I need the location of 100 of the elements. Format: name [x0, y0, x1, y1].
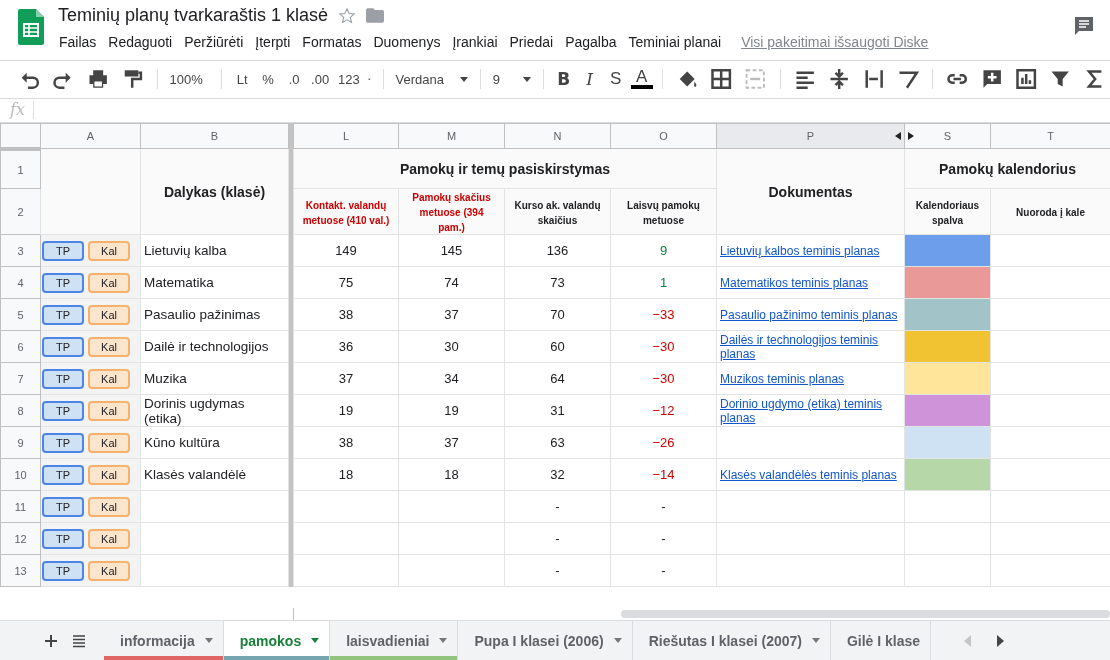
plan-button[interactable]: TP: [42, 304, 84, 325]
plan-button[interactable]: TP: [42, 496, 84, 517]
decrease-decimals-button[interactable]: .0: [283, 66, 306, 93]
document-title[interactable]: Teminių planų tvarkaraštis 1 klasė: [58, 5, 329, 26]
table-cell: 73: [550, 275, 565, 291]
column-title: Kontakt. valandų metuose (410 val.): [302, 199, 390, 226]
menu-item[interactable]: Pagalba: [559, 32, 623, 52]
plan-button[interactable]: TP: [42, 432, 84, 453]
table-cell: 60: [550, 339, 565, 355]
table-cell: −30: [652, 371, 675, 387]
percent-button[interactable]: %: [257, 66, 280, 93]
calendar-button[interactable]: Kal: [88, 400, 130, 421]
plan-button[interactable]: TP: [42, 272, 84, 293]
column-header[interactable]: T: [1047, 130, 1054, 143]
hidden-columns-right-icon[interactable]: [908, 132, 914, 141]
column-title: Dokumentas: [768, 183, 853, 200]
scrollbar-thumb[interactable]: [621, 610, 1110, 619]
menu-item[interactable]: Duomenys: [367, 32, 447, 52]
column-header[interactable]: A: [86, 130, 95, 143]
calendar-button[interactable]: Kal: [88, 464, 130, 485]
plan-button[interactable]: TP: [42, 400, 84, 421]
table-cell: 37: [444, 435, 459, 451]
hidden-columns-left-icon[interactable]: [895, 132, 901, 141]
currency-button[interactable]: Lt: [231, 66, 254, 93]
table-cell: -: [555, 531, 560, 547]
calendar-button[interactable]: Kal: [88, 368, 130, 389]
calendar-button[interactable]: Kal: [88, 496, 130, 517]
number-format-dropdown[interactable]: 123: [335, 66, 374, 93]
table-cell: 145: [440, 243, 463, 259]
add-sheet-icon[interactable]: [44, 633, 58, 648]
row-number: 6: [0, 330, 41, 363]
italic-button[interactable]: I: [578, 66, 601, 93]
sheet-tab[interactable]: laisvadieniai: [330, 621, 459, 660]
table-cell: 38: [338, 435, 354, 451]
column-header[interactable]: P: [806, 130, 815, 143]
star-icon[interactable]: [338, 6, 357, 25]
folder-icon[interactable]: [366, 8, 385, 23]
font-dropdown[interactable]: Verdana: [392, 66, 471, 93]
column-header[interactable]: N: [553, 130, 562, 143]
increase-decimals-button[interactable]: .00: [309, 66, 332, 93]
scroll-right-icon[interactable]: [996, 634, 1004, 647]
plan-button[interactable]: TP: [42, 464, 84, 485]
row-number: 13: [0, 554, 41, 587]
all-sheets-icon[interactable]: [72, 633, 86, 648]
column-title: Nuoroda į kale: [1016, 207, 1085, 219]
subject-name: Klasės valandėlė: [144, 467, 247, 483]
save-status-link[interactable]: Visi pakeitimai išsaugoti Diske: [741, 34, 929, 50]
calendar-button[interactable]: Kal: [88, 528, 130, 549]
text-color-button[interactable]: A: [630, 69, 653, 90]
table-cell: 37: [338, 371, 354, 387]
menu-item[interactable]: Įterpti: [249, 32, 297, 52]
table-cell: 74: [444, 275, 459, 291]
column-title: Dalykas (klasė): [163, 183, 266, 200]
plan-button[interactable]: TP: [42, 560, 84, 581]
table-cell: -: [661, 531, 666, 547]
table-cell: -: [661, 563, 666, 579]
plan-button[interactable]: TP: [42, 240, 84, 261]
table-cell: 30: [444, 339, 459, 355]
subject-name: Kūno kultūra: [144, 435, 220, 451]
calendar-button[interactable]: Kal: [88, 336, 130, 357]
table-cell: 38: [338, 307, 354, 323]
zoom-dropdown[interactable]: 100%: [166, 66, 213, 93]
row-number: 5: [0, 298, 41, 331]
table-cell: 136: [546, 243, 569, 259]
plan-button[interactable]: TP: [42, 336, 84, 357]
sheet-tab[interactable]: informacija: [104, 621, 224, 660]
sheets-logo[interactable]: [18, 9, 44, 45]
table-cell: -: [555, 563, 560, 579]
column-header[interactable]: L: [342, 130, 350, 143]
plan-button[interactable]: TP: [42, 528, 84, 549]
comment-icon[interactable]: [1073, 15, 1095, 37]
menu-item[interactable]: Formatas: [296, 32, 368, 52]
strikethrough-button[interactable]: S: [604, 66, 627, 93]
row-number: 1: [0, 148, 41, 189]
column-title: Kurso ak. valandų skaičius: [514, 199, 601, 226]
sheet-tab[interactable]: pamokos: [223, 621, 331, 660]
menu-item[interactable]: Peržiūrėti: [178, 32, 250, 52]
column-header[interactable]: S: [943, 130, 952, 143]
menu-item[interactable]: Įrankiai: [446, 32, 504, 52]
row-number: 9: [0, 426, 41, 459]
section-title: Pamokų kalendorius: [939, 160, 1076, 177]
calendar-button[interactable]: Kal: [88, 432, 130, 453]
column-header[interactable]: O: [659, 130, 668, 143]
calendar-button[interactable]: Kal: [88, 240, 130, 261]
font-size-dropdown[interactable]: 9: [489, 66, 534, 93]
calendar-button[interactable]: Kal: [88, 304, 130, 325]
menu-item[interactable]: Failas: [58, 32, 103, 52]
table-cell: -: [555, 499, 560, 515]
column-header[interactable]: B: [210, 130, 219, 143]
menu-item[interactable]: Priedai: [503, 32, 560, 52]
menu-item[interactable]: Redaguoti: [102, 32, 179, 52]
calendar-button[interactable]: Kal: [88, 272, 130, 293]
bold-button[interactable]: B: [552, 66, 575, 93]
table-cell: 37: [444, 307, 459, 323]
calendar-button[interactable]: Kal: [88, 560, 130, 581]
column-header[interactable]: M: [446, 130, 457, 143]
table-cell: −33: [652, 307, 675, 323]
menu-item[interactable]: Teminiai planai: [622, 32, 728, 52]
plan-button[interactable]: TP: [42, 368, 84, 389]
column-title: Pamokų skačius metuose (394 pam.): [412, 192, 491, 234]
